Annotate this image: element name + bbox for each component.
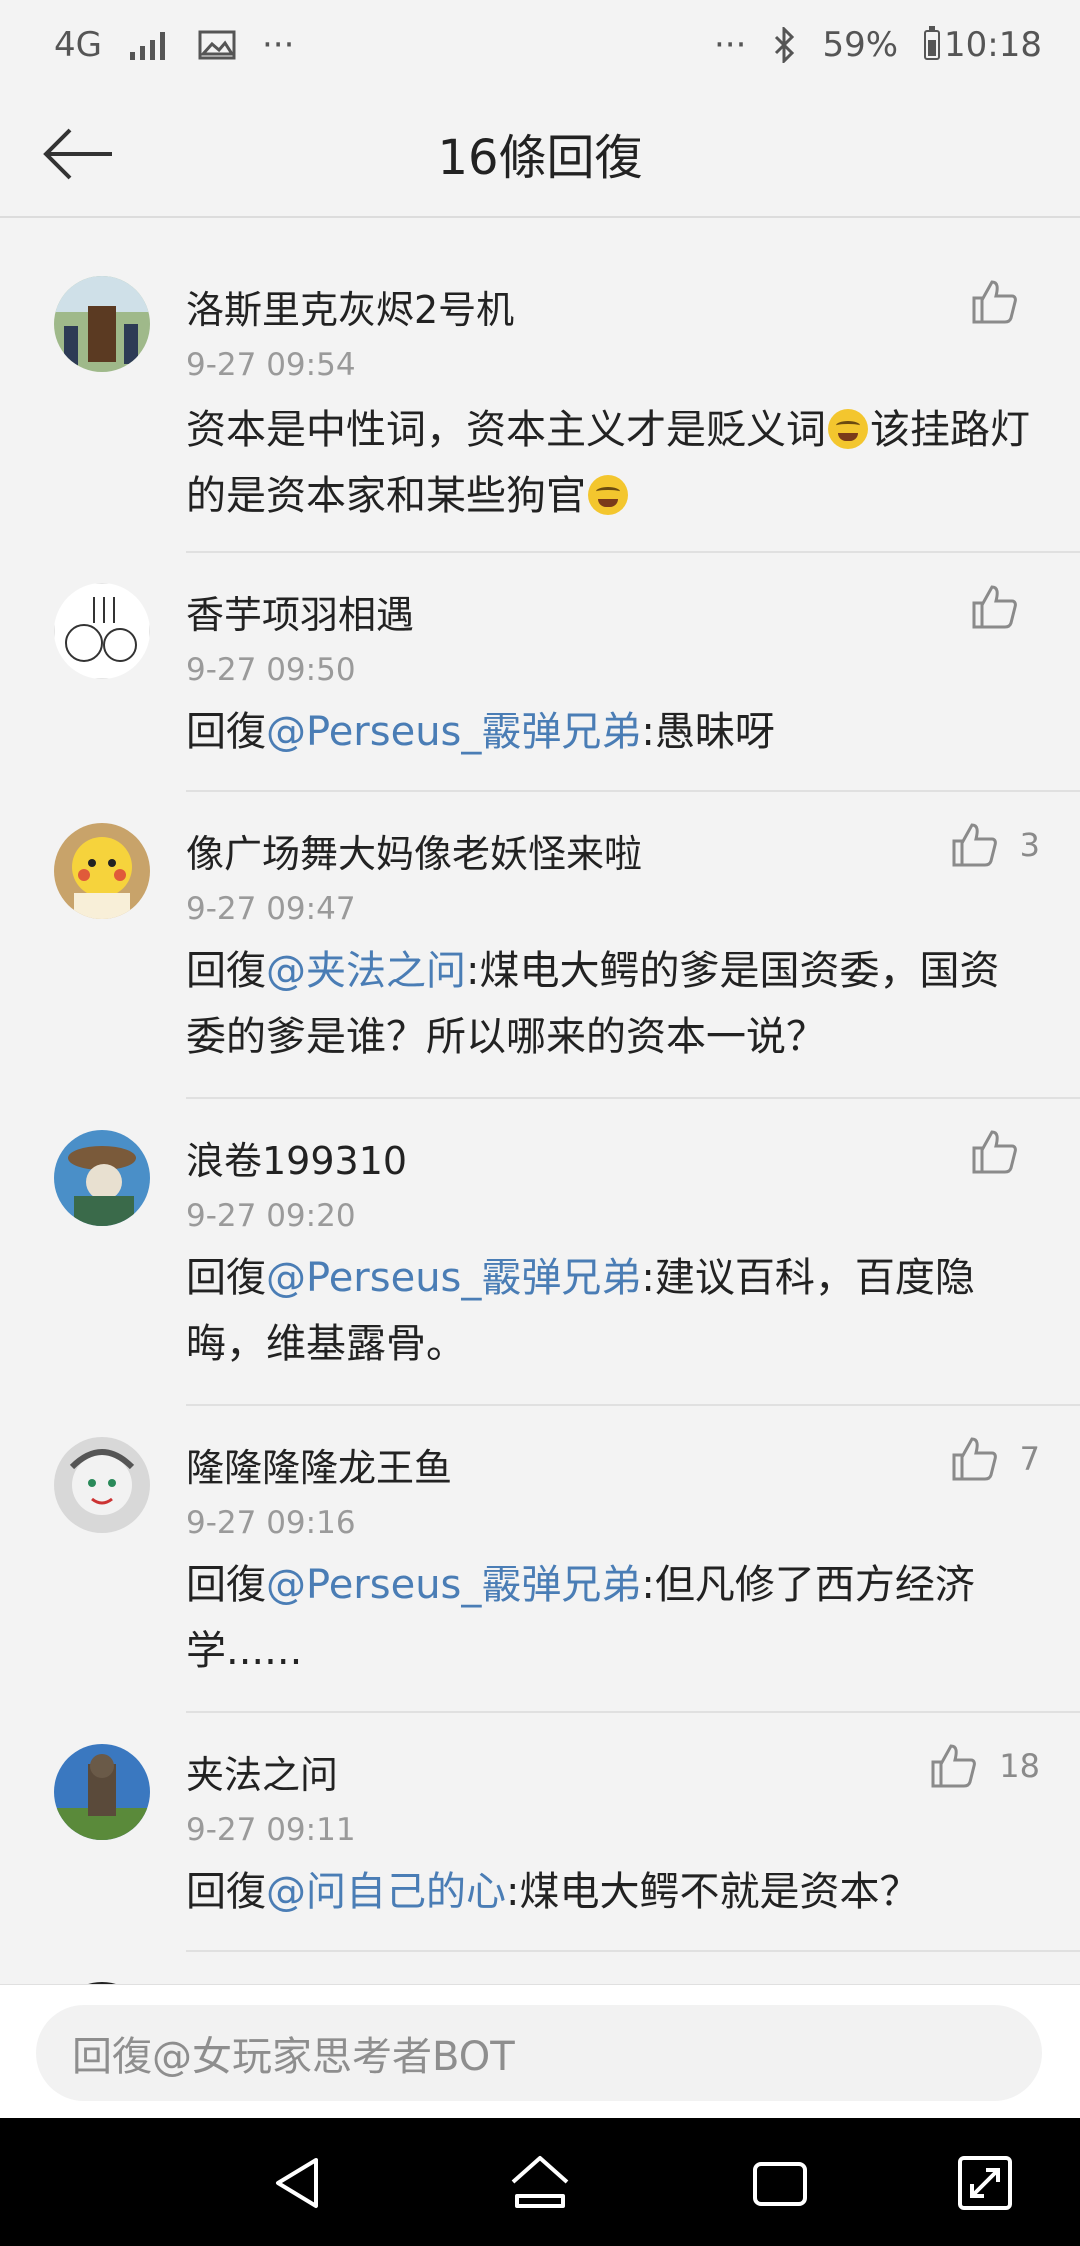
laughing-crying-emoji-icon bbox=[588, 475, 628, 515]
nav-back-icon bbox=[276, 2158, 318, 2208]
nav-recents-button[interactable] bbox=[745, 2148, 815, 2218]
nav-home-button[interactable] bbox=[505, 2148, 575, 2218]
comment-text: 回復@Perseus_霰弹兄弟:愚昧呀 bbox=[186, 699, 1030, 765]
page-title: 16條回復 bbox=[437, 130, 643, 186]
mention-link[interactable]: @Perseus_霰弹兄弟 bbox=[266, 1562, 641, 1608]
avatar[interactable] bbox=[54, 1437, 150, 1533]
mention-link[interactable]: @问自己的心 bbox=[266, 1869, 506, 1915]
nav-expand-button[interactable] bbox=[950, 2148, 1020, 2218]
thumbs-up-icon bbox=[931, 1744, 977, 1788]
thumbs-up-icon bbox=[972, 585, 1017, 629]
like-button[interactable]: 18 bbox=[929, 1742, 1040, 1790]
like-button[interactable] bbox=[970, 278, 1040, 326]
navigation-bar bbox=[0, 2118, 1080, 2246]
comment-text-part: 资本是中性词，资本主义才是贬义词 bbox=[186, 407, 826, 453]
mention-link[interactable]: @Perseus_霰弹兄弟 bbox=[266, 1255, 641, 1301]
comment-time: 9-27 09:50 bbox=[186, 652, 356, 688]
status-bar: 4G ··· ··· 59% 10:18 bbox=[0, 0, 1080, 90]
comment-item: 夹法之问 9-27 09:11 回復@问自己的心:煤电大鳄不就是资本？ 18 bbox=[0, 1713, 1080, 1952]
avatar[interactable] bbox=[54, 823, 150, 919]
comment-text: 回復@夹法之问:煤电大鳄的爹是国资委，国资委的爹是谁？所以哪来的资本一说？ bbox=[186, 938, 1030, 1070]
comment-time: 9-27 09:16 bbox=[186, 1505, 356, 1541]
comment-text: 回復@Perseus_霰弹兄弟:但凡修了西方经济学...... bbox=[186, 1552, 1030, 1684]
reply-prefix: 回復 bbox=[186, 948, 266, 994]
like-count: 3 bbox=[1019, 826, 1040, 864]
username[interactable]: 浪卷199310 bbox=[186, 1130, 407, 1185]
laughing-crying-emoji-icon bbox=[828, 409, 868, 449]
comment-item: 浪卷199310 9-27 09:20 回復@Perseus_霰弹兄弟:建议百科… bbox=[0, 1099, 1080, 1406]
avatar[interactable] bbox=[54, 1130, 150, 1226]
avatar[interactable] bbox=[54, 1744, 150, 1840]
battery-icon: 10:18 bbox=[924, 25, 1042, 65]
comment-item: 香芋项羽相遇 9-27 09:50 回復@Perseus_霰弹兄弟:愚昧呀 bbox=[0, 553, 1080, 792]
bluetooth-icon bbox=[772, 27, 796, 63]
header: 16條回復 bbox=[0, 90, 1080, 218]
mention-link[interactable]: @夹法之问 bbox=[266, 948, 466, 994]
clock: 10:18 bbox=[944, 25, 1042, 65]
nav-expand-icon bbox=[958, 2156, 1012, 2210]
thumbs-up-icon bbox=[952, 1437, 997, 1481]
mention-link[interactable]: @Perseus_霰弹兄弟 bbox=[266, 709, 641, 755]
avatar[interactable] bbox=[54, 276, 150, 372]
more-notifications-icon: ··· bbox=[261, 25, 295, 65]
signal-icon bbox=[128, 30, 172, 60]
comment-text-part: :煤电大鳄不就是资本？ bbox=[506, 1869, 920, 1915]
reply-bar: 回復@女玩家思考者BOT bbox=[0, 1984, 1080, 2119]
battery-percent: 59% bbox=[822, 25, 899, 65]
reply-prefix: 回復 bbox=[186, 1255, 266, 1301]
comment-text: 资本是中性词，资本主义才是贬义词 该挂路灯的是资本家和某些狗官 bbox=[186, 397, 1030, 529]
comment-time: 9-27 09:11 bbox=[186, 1812, 356, 1848]
comment-item: 隆隆隆隆龙王鱼 9-27 09:16 回復@Perseus_霰弹兄弟:但凡修了西… bbox=[0, 1406, 1080, 1713]
like-count: 18 bbox=[999, 1747, 1040, 1785]
comment-text-part: :愚昧呀 bbox=[641, 709, 775, 755]
thumbs-up-icon bbox=[972, 1130, 1017, 1174]
comment-time: 9-27 09:47 bbox=[186, 891, 356, 927]
avatar[interactable] bbox=[54, 583, 150, 679]
username[interactable]: 像广场舞大妈像老妖怪来啦 bbox=[186, 823, 642, 878]
back-button[interactable] bbox=[38, 116, 118, 192]
thumbs-up-icon bbox=[952, 823, 997, 867]
comment-item: 像广场舞大妈像老妖怪来啦 9-27 09:47 回復@夹法之问:煤电大鳄的爹是国… bbox=[0, 792, 1080, 1099]
comment-text: 回復@问自己的心:煤电大鳄不就是资本？ bbox=[186, 1859, 1030, 1925]
reply-prefix: 回復 bbox=[186, 1869, 266, 1915]
thumbs-up-icon bbox=[972, 280, 1017, 324]
comment-time: 9-27 09:54 bbox=[186, 347, 356, 383]
like-button[interactable]: 7 bbox=[950, 1435, 1040, 1483]
nav-home-icon bbox=[511, 2156, 569, 2208]
username[interactable]: 香芋项羽相遇 bbox=[186, 584, 414, 639]
like-button[interactable] bbox=[970, 583, 1040, 631]
comment-text: 回復@Perseus_霰弹兄弟:建议百科，百度隐晦，维基露骨。 bbox=[186, 1245, 1030, 1377]
comment-item: 洛斯里克灰烬2号机 9-27 09:54 资本是中性词，资本主义才是贬义词 该挂路… bbox=[0, 246, 1080, 553]
reply-prefix: 回復 bbox=[186, 1562, 266, 1608]
nav-back-button[interactable] bbox=[264, 2148, 334, 2218]
nav-recents-icon bbox=[753, 2162, 807, 2206]
back-arrow-icon bbox=[43, 128, 112, 180]
like-button[interactable] bbox=[970, 1128, 1040, 1176]
comment-list[interactable]: 洛斯里克灰烬2号机 9-27 09:54 资本是中性词，资本主义才是贬义词 该挂路… bbox=[0, 246, 1080, 2078]
like-button[interactable]: 3 bbox=[950, 821, 1040, 869]
more-status-icon: ··· bbox=[714, 25, 747, 65]
username[interactable]: 夹法之问 bbox=[186, 1744, 338, 1799]
comment-time: 9-27 09:20 bbox=[186, 1198, 356, 1234]
image-icon bbox=[198, 30, 236, 60]
reply-input[interactable]: 回復@女玩家思考者BOT bbox=[36, 2005, 1042, 2101]
like-count: 7 bbox=[1019, 1440, 1040, 1478]
reply-prefix: 回復 bbox=[186, 709, 266, 755]
network-indicator: 4G bbox=[54, 25, 102, 65]
username[interactable]: 洛斯里克灰烬2号机 bbox=[186, 279, 514, 334]
username[interactable]: 隆隆隆隆龙王鱼 bbox=[186, 1437, 452, 1492]
